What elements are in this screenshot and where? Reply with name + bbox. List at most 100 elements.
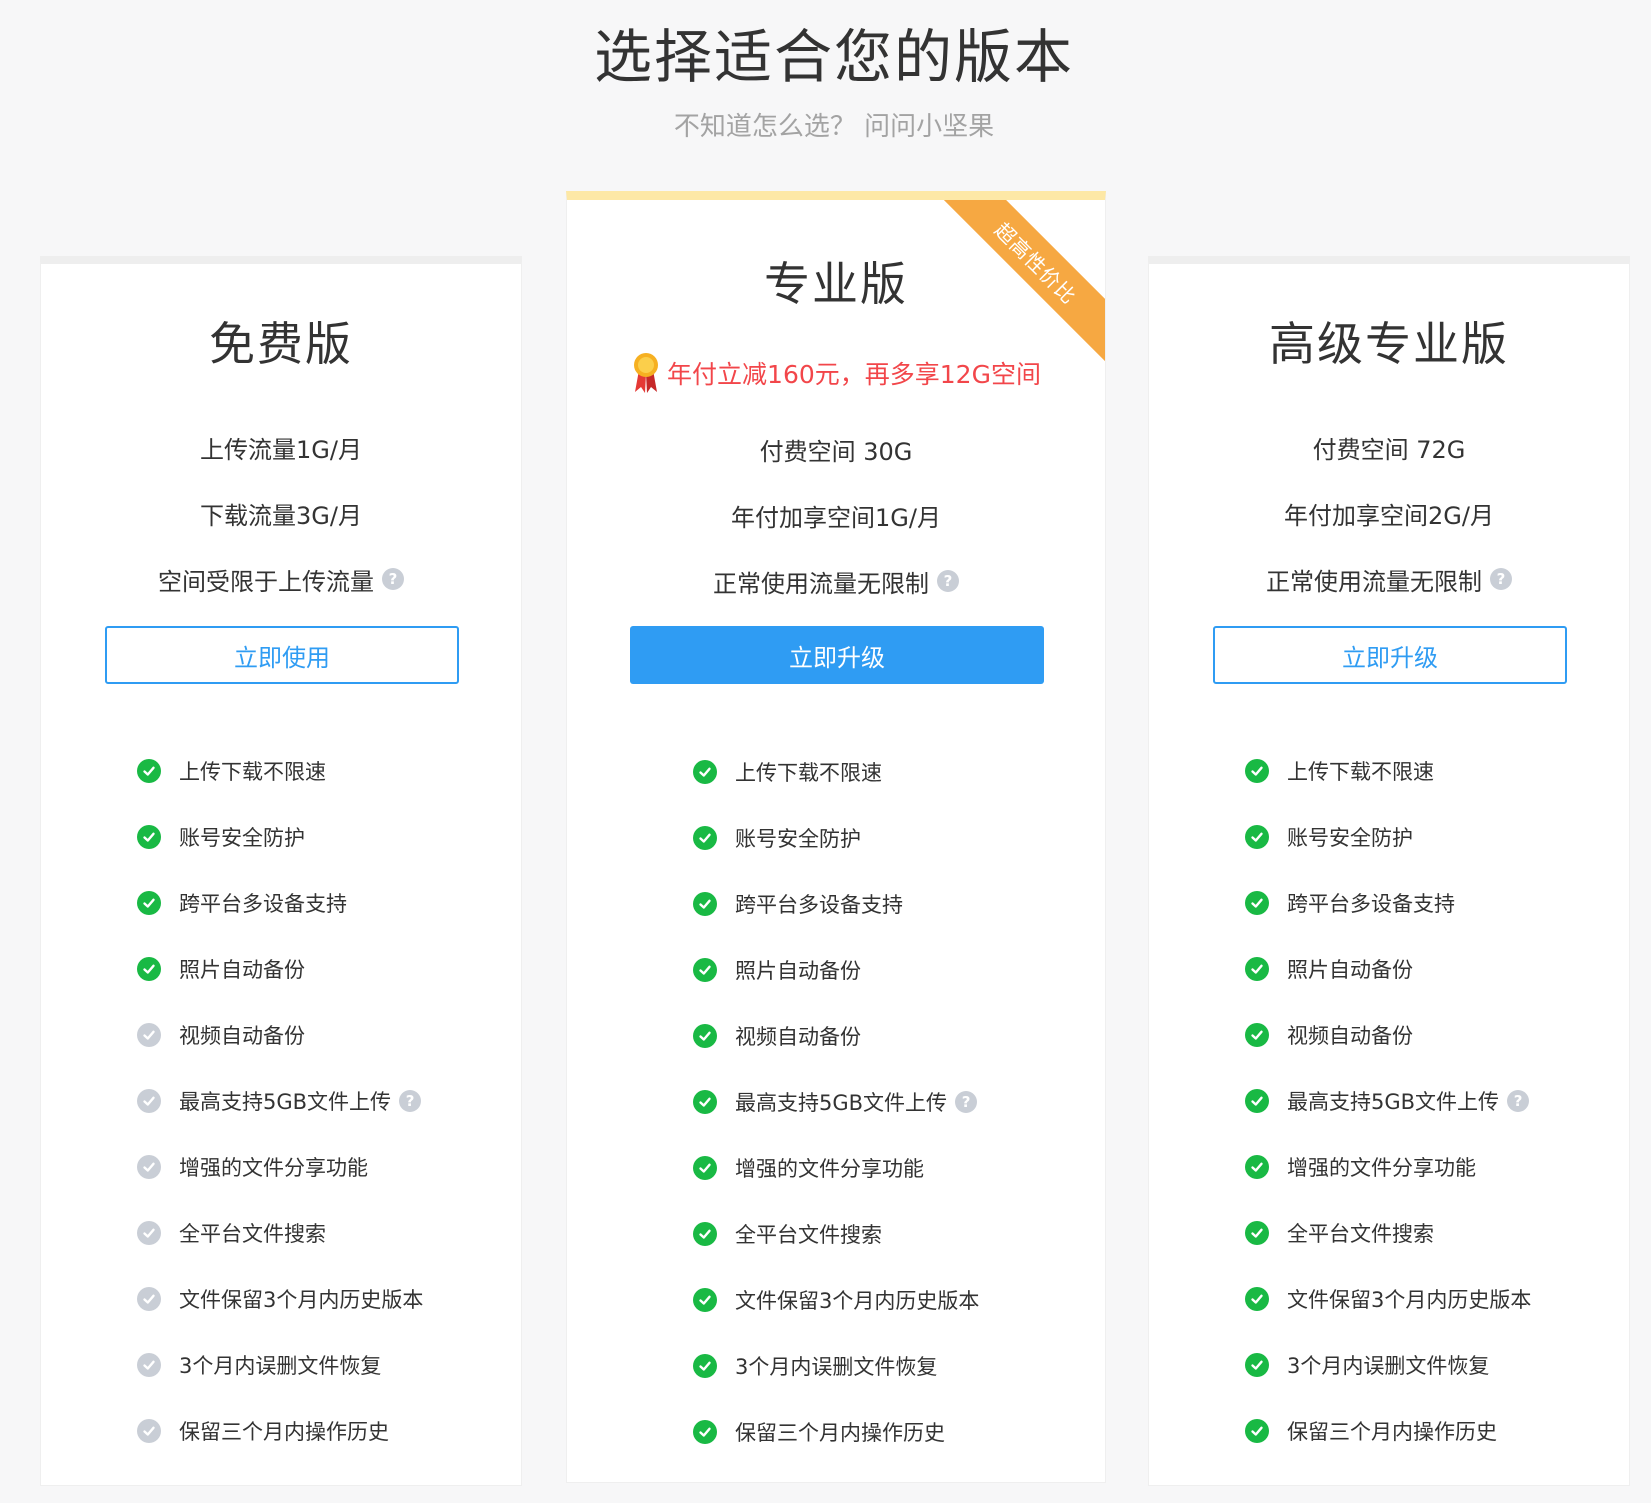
question-circle-icon[interactable]: ? xyxy=(955,1091,978,1113)
feature-item: 跨平台多设备支持 xyxy=(567,871,1105,937)
question-circle-icon[interactable]: ? xyxy=(1507,1090,1530,1112)
feature-item: 3个月内误删文件恢复 xyxy=(1149,1332,1629,1398)
check-circle-icon xyxy=(1245,891,1269,915)
check-circle-icon xyxy=(693,1354,717,1378)
feature-item: 账号安全防护 xyxy=(1149,804,1629,870)
page-subtitle[interactable]: 不知道怎么选？ 问问小坚果 xyxy=(0,106,1651,143)
feature-label: 3个月内误删文件恢复 xyxy=(1287,1354,1490,1378)
feature-item: 保留三个月内操作历史 xyxy=(1149,1398,1629,1464)
upgrade-now-button[interactable]: 立即升级 xyxy=(1213,626,1567,684)
question-circle-icon[interactable]: ? xyxy=(382,568,404,590)
check-circle-icon xyxy=(1245,1023,1269,1047)
feature-label: 最高支持5GB文件上传 xyxy=(179,1090,392,1114)
plan-name: 免费版 xyxy=(209,317,353,371)
feature-label: 全平台文件搜索 xyxy=(1287,1222,1434,1246)
spec-text: 上传流量1G/月 xyxy=(200,435,362,464)
check-circle-icon xyxy=(693,1288,717,1312)
spec-text: 正常使用流量无限制 xyxy=(1266,567,1482,596)
feature-label: 上传下载不限速 xyxy=(179,760,326,784)
check-circle-icon xyxy=(1245,759,1269,783)
page-title: 选择适合您的版本 xyxy=(593,23,1074,91)
feature-label: 增强的文件分享功能 xyxy=(735,1157,924,1181)
upgrade-now-button[interactable]: 立即升级 xyxy=(630,626,1044,684)
feature-label: 账号安全防护 xyxy=(179,826,305,850)
feature-item: 账号安全防护 xyxy=(567,805,1105,871)
feature-label: 账号安全防护 xyxy=(735,827,861,851)
check-circle-disabled-icon xyxy=(137,1023,161,1047)
feature-label: 文件保留3个月内历史版本 xyxy=(179,1288,424,1312)
plan-card-free: 免费版 上传流量1G/月 下载流量3G/月 空间受限于上传流量? 立即使用 上传… xyxy=(40,256,522,1486)
feature-label: 文件保留3个月内历史版本 xyxy=(735,1289,980,1313)
check-circle-icon xyxy=(693,1156,717,1180)
feature-label: 照片自动备份 xyxy=(735,959,861,983)
feature-label: 文件保留3个月内历史版本 xyxy=(1287,1288,1532,1312)
feature-item: 文件保留3个月内历史版本 xyxy=(41,1266,521,1332)
feature-label: 全平台文件搜索 xyxy=(179,1222,326,1246)
feature-item: 最高支持5GB文件上传? xyxy=(1149,1068,1629,1134)
feature-item: 最高支持5GB文件上传? xyxy=(567,1069,1105,1135)
check-circle-icon xyxy=(1245,1221,1269,1245)
spec-item: 年付加享空间2G/月 xyxy=(1149,480,1629,546)
feature-item: 文件保留3个月内历史版本 xyxy=(1149,1266,1629,1332)
check-circle-icon xyxy=(693,760,717,784)
spec-list: 付费空间 30G 年付加享空间1G/月 正常使用流量无限制? xyxy=(567,416,1105,614)
spec-text: 年付加享空间1G/月 xyxy=(731,503,941,532)
feature-label: 保留三个月内操作历史 xyxy=(735,1421,945,1445)
spec-item: 付费空间 72G xyxy=(1149,414,1629,480)
pricing-page: 选择适合您的版本 不知道怎么选？ 问问小坚果 免费版 上传流量1G/月 下载流量… xyxy=(0,0,1651,1503)
use-now-button[interactable]: 立即使用 xyxy=(105,626,459,684)
feature-item: 照片自动备份 xyxy=(1149,936,1629,1002)
check-circle-icon xyxy=(137,759,161,783)
feature-list: 上传下载不限速 账号安全防护跨平台多设备支持 照片自动备份视频自动备份最高支持5GB… xyxy=(41,738,521,1464)
feature-label: 上传下载不限速 xyxy=(735,761,882,785)
spec-text: 空间受限于上传流量 xyxy=(158,567,374,596)
feature-item: 上传下载不限速 xyxy=(1149,738,1629,804)
spec-list: 上传流量1G/月 下载流量3G/月 空间受限于上传流量? xyxy=(41,414,521,612)
check-circle-icon xyxy=(1245,1353,1269,1377)
promo-banner: 年付立减160元，再多享12G空间 xyxy=(567,352,1105,394)
plan-name: 高级专业版 xyxy=(1269,317,1509,371)
feature-label: 账号安全防护 xyxy=(1287,826,1413,850)
check-circle-icon xyxy=(693,958,717,982)
spec-item: 空间受限于上传流量? xyxy=(41,546,521,612)
check-circle-icon xyxy=(1245,1155,1269,1179)
question-circle-icon[interactable]: ? xyxy=(399,1090,422,1112)
spec-item: 上传流量1G/月 xyxy=(41,414,521,480)
feature-label: 跨平台多设备支持 xyxy=(1287,892,1455,916)
question-circle-icon[interactable]: ? xyxy=(937,570,959,592)
check-circle-icon xyxy=(693,1222,717,1246)
feature-item: 保留三个月内操作历史 xyxy=(567,1399,1105,1465)
check-circle-icon xyxy=(1245,1287,1269,1311)
feature-label: 增强的文件分享功能 xyxy=(179,1156,368,1180)
feature-item: 3个月内误删文件恢复 xyxy=(567,1333,1105,1399)
plan-name: 专业版 xyxy=(764,257,908,311)
question-circle-icon[interactable]: ? xyxy=(1490,568,1512,590)
check-circle-icon xyxy=(1245,825,1269,849)
feature-item: 照片自动备份 xyxy=(41,936,521,1002)
check-circle-icon xyxy=(1245,1089,1269,1113)
feature-item: 上传下载不限速 xyxy=(41,738,521,804)
feature-item: 增强的文件分享功能 xyxy=(41,1134,521,1200)
check-circle-icon xyxy=(693,892,717,916)
check-circle-disabled-icon xyxy=(137,1419,161,1443)
feature-label: 照片自动备份 xyxy=(1287,958,1413,982)
feature-item: 跨平台多设备支持 xyxy=(1149,870,1629,936)
spec-item: 付费空间 30G xyxy=(567,416,1105,482)
feature-item: 3个月内误删文件恢复 xyxy=(41,1332,521,1398)
feature-list: 上传下载不限速 账号安全防护 跨平台多设备支持 照片自动备份 视频自动备份 最高支持5GB… xyxy=(567,739,1105,1465)
feature-label: 照片自动备份 xyxy=(179,958,305,982)
feature-item: 全平台文件搜索 xyxy=(1149,1200,1629,1266)
check-circle-icon xyxy=(693,1420,717,1444)
feature-item: 视频自动备份 xyxy=(1149,1002,1629,1068)
feature-label: 最高支持5GB文件上传 xyxy=(1287,1090,1500,1114)
feature-item: 文件保留3个月内历史版本 xyxy=(567,1267,1105,1333)
feature-item: 视频自动备份 xyxy=(41,1002,521,1068)
spec-text: 正常使用流量无限制 xyxy=(713,569,929,598)
feature-label: 视频自动备份 xyxy=(1287,1024,1413,1048)
feature-label: 跨平台多设备支持 xyxy=(179,892,347,916)
spec-text: 付费空间 72G xyxy=(1312,435,1466,464)
feature-list: 上传下载不限速账号安全防护跨平台多设备支持 照片自动备份 视频自动备份最高支持5GB… xyxy=(1149,738,1629,1464)
spec-text: 付费空间 30G xyxy=(759,437,913,466)
feature-label: 最高支持5GB文件上传 xyxy=(735,1091,948,1115)
check-circle-disabled-icon xyxy=(137,1353,161,1377)
